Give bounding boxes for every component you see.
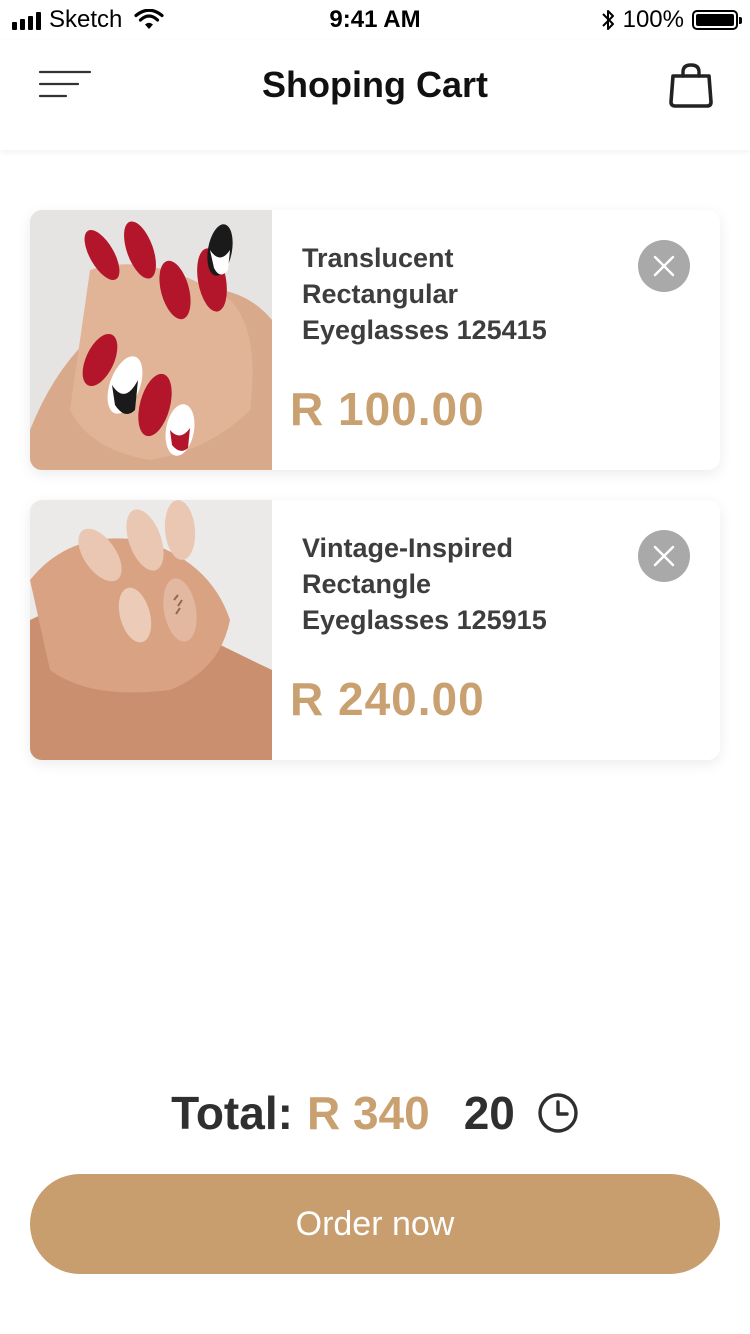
status-bar: Sketch 9:41 AM 100% [0,0,750,40]
close-icon [653,255,675,277]
shopping-bag-icon [669,63,713,108]
total-count: 20 [463,1087,515,1139]
order-now-button[interactable]: Order now [30,1174,720,1274]
item-price: R 100.00 [290,383,485,435]
page-title: Shoping Cart [262,64,488,105]
total-label: Total: [171,1087,293,1139]
item-price: R 240.00 [290,673,485,725]
cart-item[interactable]: Vintage-Inspired Rectangle Eyeglasses 12… [30,500,720,760]
battery-percent: 100% [622,6,684,33]
item-name: Vintage-Inspired Rectangle Eyeglasses 12… [302,533,547,635]
cart-list: Translucent Rectangular Eyeglasses 12541… [30,210,720,790]
total-summary: Total: R 340 20 [0,1086,750,1140]
bluetooth-icon [601,10,614,30]
battery-icon [692,10,742,30]
nav-bar: Shoping Cart [0,40,750,150]
cart-item[interactable]: Translucent Rectangular Eyeglasses 12541… [30,210,720,470]
product-image [30,500,272,760]
clock-icon [538,1093,578,1133]
total-value: R 340 [306,1087,430,1139]
cart-bag-button[interactable] [668,62,714,110]
item-name: Translucent Rectangular Eyeglasses 12541… [302,243,547,345]
remove-item-button[interactable] [638,240,690,292]
remove-item-button[interactable] [638,530,690,582]
product-image [30,210,272,470]
status-right: 100% [601,6,742,34]
close-icon [653,545,675,567]
